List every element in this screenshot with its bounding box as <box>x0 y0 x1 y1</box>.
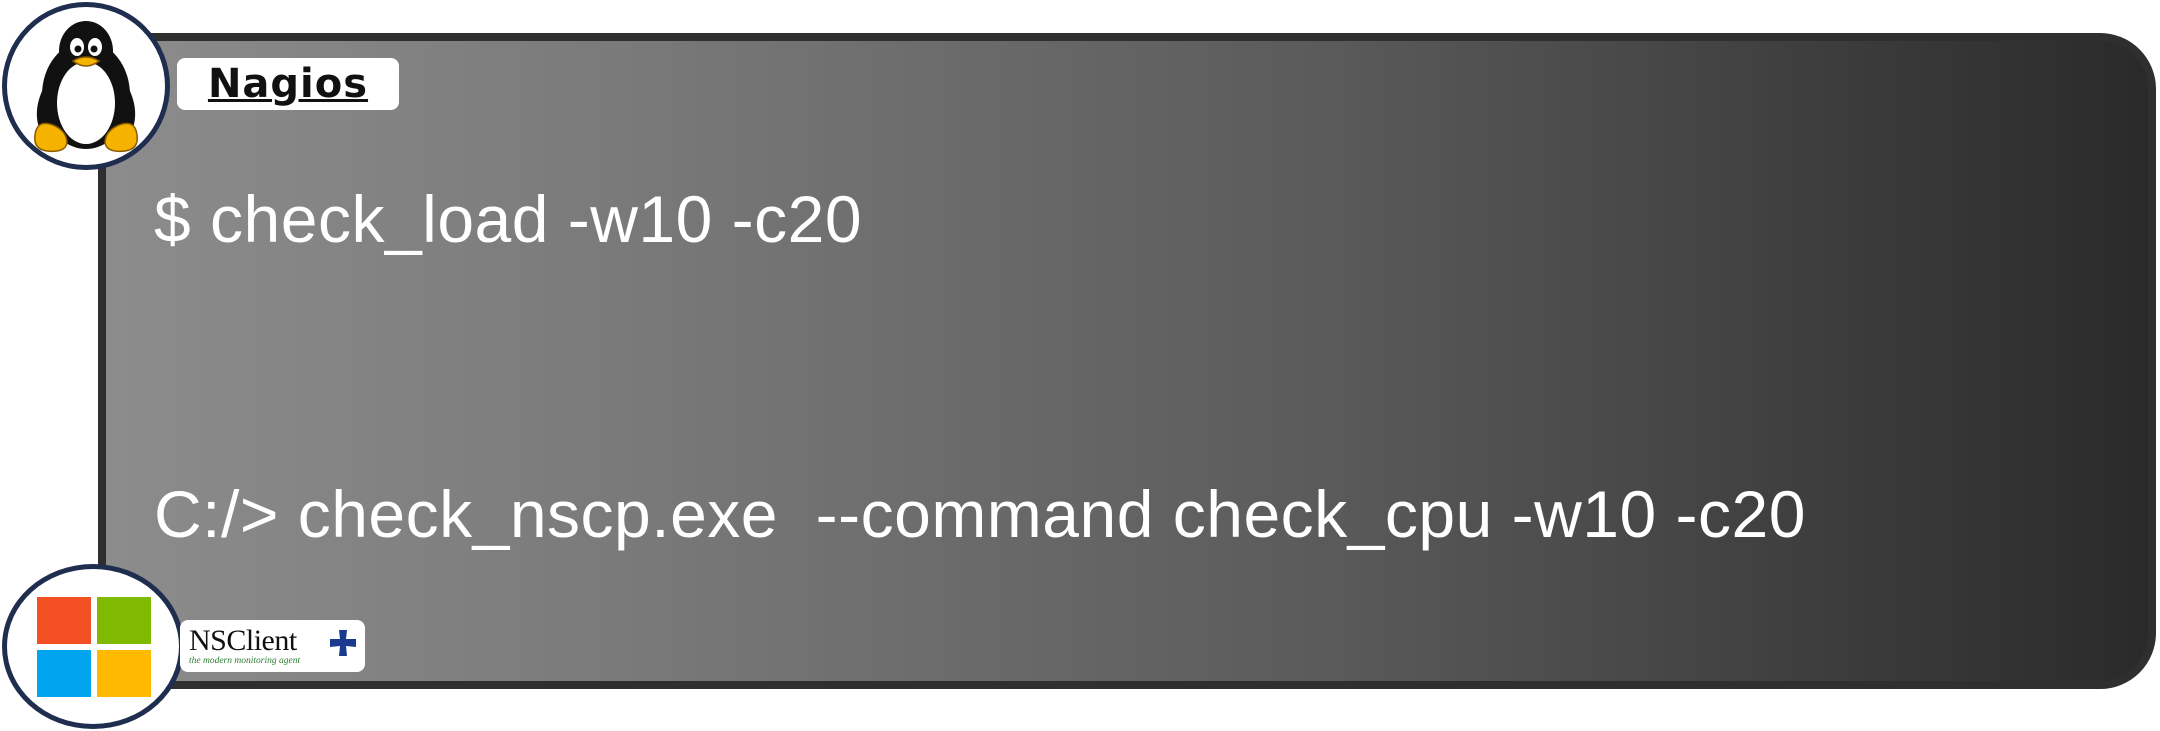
linux-badge <box>2 2 170 170</box>
windows-command-line: C:/> check_nscp.exe --command check_cpu … <box>154 477 1806 551</box>
windows-badge <box>2 564 184 729</box>
tux-penguin-icon <box>34 21 138 153</box>
nsclient-logo-text: NSClient <box>189 624 297 657</box>
terminal-panel <box>98 33 2156 689</box>
nagios-logo-text: Nagios <box>207 61 369 107</box>
windows-logo-icon <box>37 597 151 697</box>
linux-command-line: $ check_load -w10 -c20 <box>154 182 863 256</box>
plus-icon <box>330 630 356 656</box>
nsclient-tagline: the modern monitoring agent <box>189 656 301 666</box>
nsclient-logo: NSClient the modern monitoring agent <box>180 620 365 672</box>
slide: $ check_load -w10 -c20 C:/> check_nscp.e… <box>0 0 2160 731</box>
nagios-logo: Nagios <box>177 58 399 110</box>
